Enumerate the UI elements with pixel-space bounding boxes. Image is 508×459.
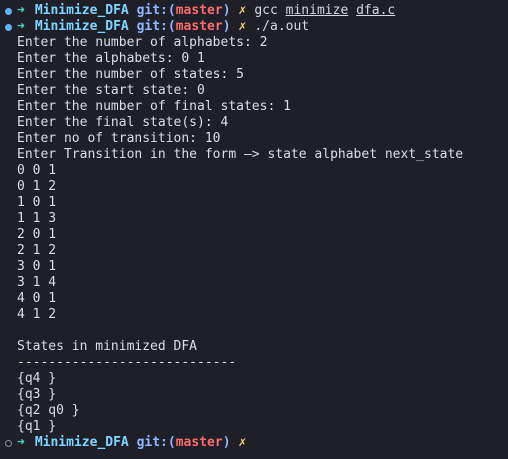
output-line: Enter no of transition: 10: [17, 131, 221, 146]
state-set-line: {q2 q0 }: [17, 403, 80, 418]
filled-dot-icon: [5, 7, 12, 15]
output-line: Enter the final state(s): 4: [17, 115, 229, 130]
transition-line: 3 1 4: [17, 275, 57, 290]
prompt-status-dot: [4, 7, 17, 15]
terminal-window[interactable]: ➜ Minimize_DFA git: ( master ) ✗ gcc min…: [0, 0, 508, 459]
transition-line: 4 1 2: [17, 307, 57, 322]
prompt-git-label: git:: [136, 435, 168, 450]
prompt-open-paren: (: [167, 3, 176, 18]
dirty-cross-icon: ✗: [238, 435, 247, 450]
transition-line: 2 0 1: [17, 227, 57, 242]
command-text: gcc minimize dfa.c: [254, 3, 395, 19]
command-arg-minimize: minimize: [285, 3, 349, 18]
prompt-open-paren: (: [167, 19, 176, 34]
transition-line: 0 1 2: [17, 179, 57, 194]
output-line: Enter Transition in the form –> state al…: [17, 147, 464, 162]
arrow-icon: ➜: [17, 3, 25, 18]
transition-line: 3 0 1: [17, 259, 57, 274]
prompt-branch: master: [175, 19, 223, 34]
state-set-line: {q4 }: [17, 371, 57, 386]
transition-line: 1 0 1: [17, 195, 57, 210]
prompt-open-paren: (: [167, 435, 176, 450]
prompt-line-1: ➜ Minimize_DFA git: ( master ) ✗ gcc min…: [4, 3, 508, 19]
prompt-directory: Minimize_DFA: [34, 435, 129, 450]
prompt-directory: Minimize_DFA: [34, 19, 129, 34]
dirty-cross-icon: ✗: [238, 19, 247, 34]
state-set-line: {q1 }: [17, 419, 57, 434]
prompt-git-label: git:: [136, 19, 168, 34]
prompt-status-dot: [4, 439, 17, 447]
command-gcc: gcc: [254, 3, 278, 18]
states-header: States in minimized DFA: [17, 339, 198, 354]
separator-line: ----------------------------: [17, 355, 237, 370]
prompt-status-dot: [4, 23, 17, 31]
hollow-dot-icon: [5, 439, 12, 447]
prompt-line-2: ➜ Minimize_DFA git: ( master ) ✗ ./a.out: [4, 19, 508, 35]
command-text: ./a.out: [254, 19, 310, 34]
prompt-branch: master: [175, 435, 223, 450]
output-line: Enter the start state: 0: [17, 83, 205, 98]
dirty-cross-icon: ✗: [238, 3, 247, 18]
prompt-close-paren: ): [222, 19, 231, 34]
arrow-icon: ➜: [17, 435, 25, 450]
output-line: Enter the number of alphabets: 2: [17, 35, 268, 50]
output-line: Enter the number of states: 5: [17, 67, 244, 82]
filled-dot-icon: [5, 23, 12, 31]
state-set-line: {q3 }: [17, 387, 57, 402]
transition-line: 1 1 3: [17, 211, 57, 226]
transition-line: 0 0 1: [17, 163, 57, 178]
prompt-directory: Minimize_DFA: [34, 3, 129, 18]
transition-line: 2 1 2: [17, 243, 57, 258]
prompt-branch: master: [175, 3, 223, 18]
prompt-close-paren: ): [222, 435, 231, 450]
transition-line: 4 0 1: [17, 291, 57, 306]
arrow-icon: ➜: [17, 19, 25, 34]
prompt-close-paren: ): [222, 3, 231, 18]
prompt-git-label: git:: [136, 3, 168, 18]
prompt-line-3[interactable]: ➜ Minimize_DFA git: ( master ) ✗: [4, 435, 508, 451]
command-arg-dfa-c: dfa.c: [356, 3, 396, 18]
output-line: Enter the alphabets: 0 1: [17, 51, 205, 66]
output-line: Enter the number of final states: 1: [17, 99, 291, 114]
